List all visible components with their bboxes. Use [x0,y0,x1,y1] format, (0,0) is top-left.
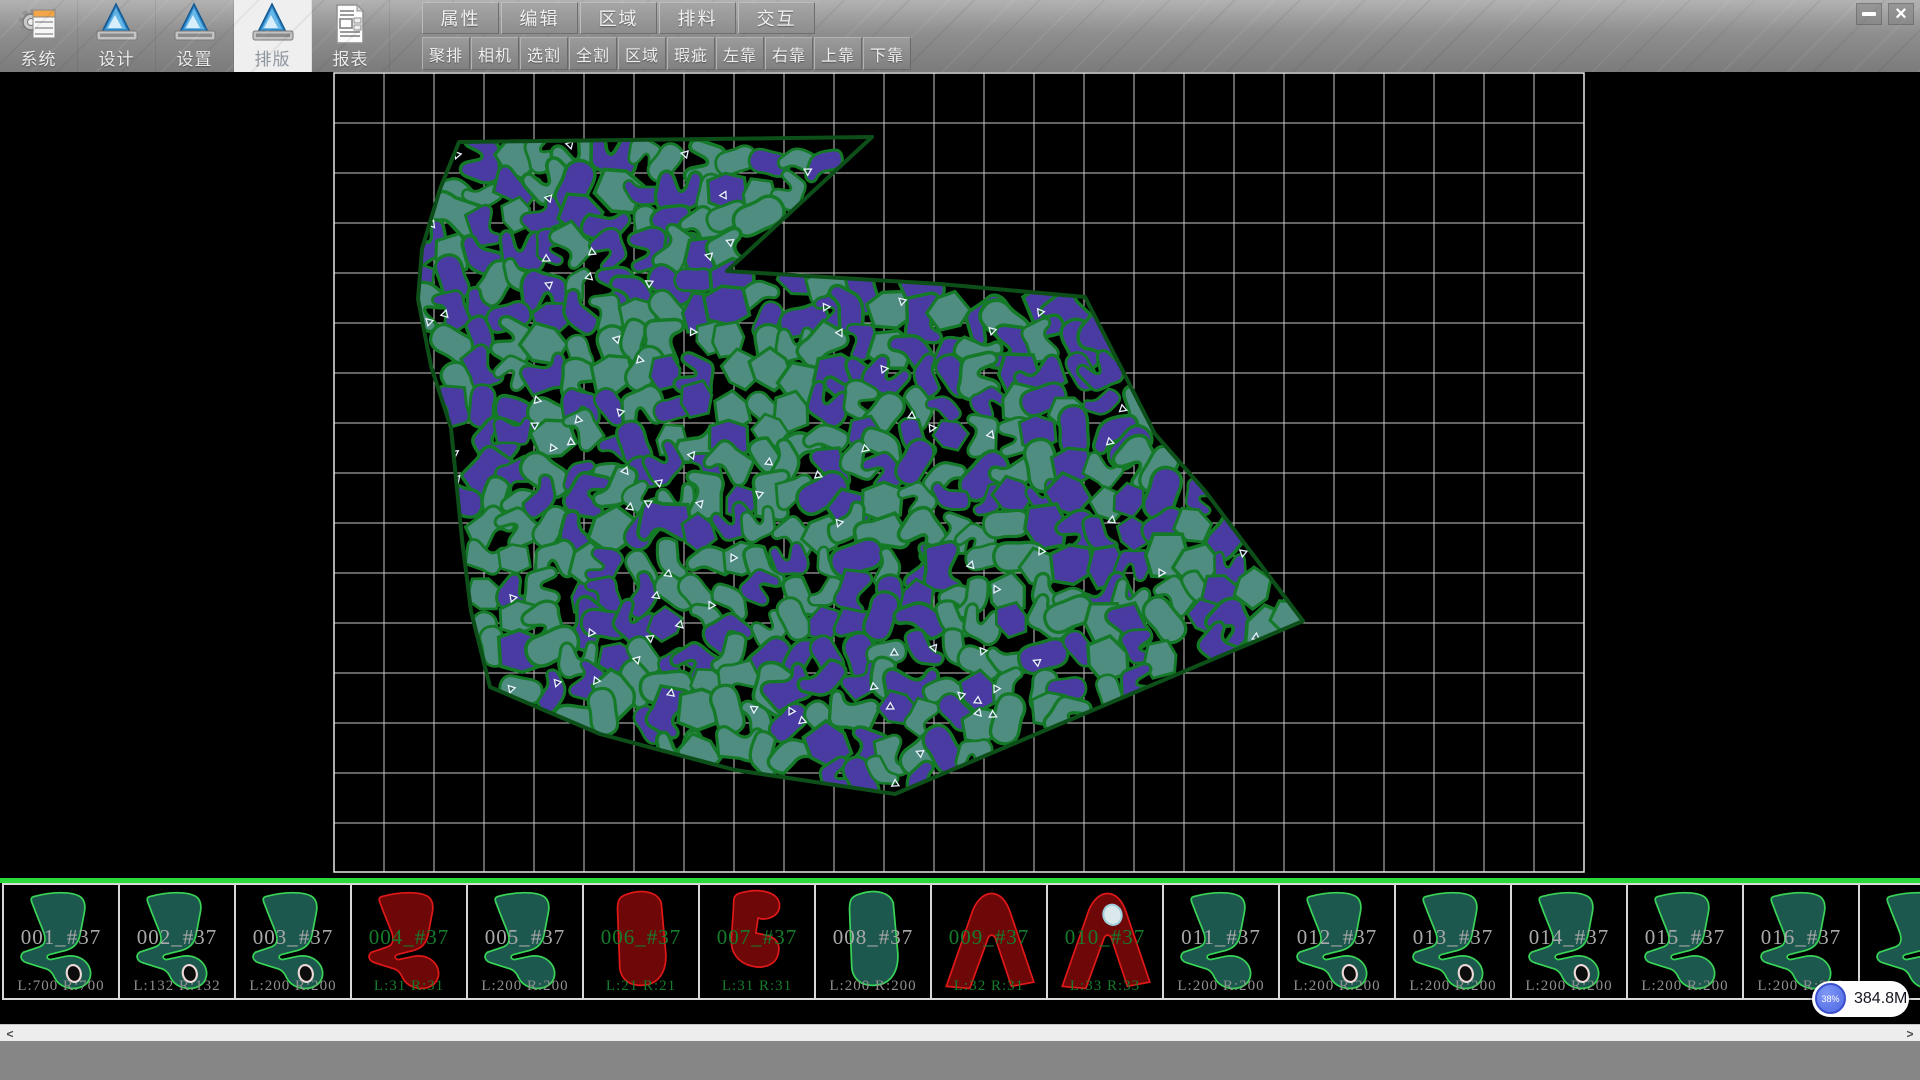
part-lr-count: L:200 R:200 [1396,978,1510,995]
part-label: 013_#37 [1396,925,1510,950]
memory-size: 384.8M [1854,990,1907,1008]
part-lr-count: L:200 R:200 [1280,978,1394,995]
part-label: 011_#37 [1164,925,1278,950]
part-thumbnail[interactable]: 007_#37 L:31 R:31 [698,883,816,1000]
tool-bar: 聚排相机选割全割区域瑕疵左靠右靠上靠下靠 [422,37,912,70]
part-thumbnail[interactable]: 009_#37 L:32 R:31 [930,883,1048,1000]
part-label: 008_#37 [816,925,930,950]
part-thumbnail[interactable]: 010_#37 L:33 R:33 [1046,883,1164,1000]
memory-percent: 38% [1815,983,1846,1014]
part-thumbnail[interactable]: 008_#37 L:200 R:200 [814,883,932,1000]
strip-scrollbar[interactable]: < > [0,1024,1920,1041]
report-icon [327,2,375,46]
menu-properties[interactable]: 属性 [422,2,499,34]
nesting-canvas[interactable] [0,72,1920,878]
minimize-icon [1862,12,1876,16]
part-lr-count: L:21 R:21 [584,978,698,995]
part-lr-count: L:700 R:700 [4,978,118,995]
part-label: 005_#37 [468,925,582,950]
gear-icon [15,2,63,46]
menu-bar: 属性编辑区域排料交互 [422,2,817,35]
part-thumbnail[interactable]: 015_#37 L:200 R:200 [1626,883,1744,1000]
mode-button-label: 排版 [234,45,311,70]
tool-defect[interactable]: 瑕疵 [667,37,715,70]
mode-button-label: 系统 [0,45,77,70]
parts-thumbnail-strip: 001_#37L:700 R:700002_#37L:132 R:132003_… [0,883,1920,1002]
menu-interact[interactable]: 交互 [738,2,815,34]
part-lr-count: L:33 R:33 [1048,978,1162,995]
part-lr-count: L:200 R:200 [1164,978,1278,995]
tool-cluster-nest[interactable]: 聚排 [422,37,470,70]
tool-snap-right[interactable]: 右靠 [765,37,813,70]
mode-button-nesting[interactable]: 排版 [234,0,312,72]
menu-nest[interactable]: 排料 [659,2,736,34]
mode-button-system[interactable]: 系统 [0,0,78,72]
part-thumbnail[interactable]: 003_#37 L:200 R:200 [234,883,352,1000]
mode-button-report[interactable]: 报表 [312,0,390,72]
part-label: 003_#37 [236,925,350,950]
part-thumbnail[interactable]: 014_#37 L:200 R:200 [1510,883,1628,1000]
set-square-icon [93,2,141,46]
part-thumbnail[interactable]: 002_#37 L:132 R:132 [118,883,236,1000]
part-thumbnail[interactable]: 011_#37 L:200 R:200 [1162,883,1280,1000]
part-thumbnail[interactable]: 013_#37 L:200 R:200 [1394,883,1512,1000]
tool-cut-all[interactable]: 全割 [569,37,617,70]
nesting-drawing [0,72,1920,878]
mode-button-settings[interactable]: 设置 [156,0,234,72]
part-label: 014_#37 [1512,925,1626,950]
mode-button-label: 设置 [156,45,233,70]
part-lr-count: L:200 R:200 [468,978,582,995]
scroll-left-button[interactable]: < [0,1025,20,1042]
part-label: 007_#37 [700,925,814,950]
part-thumbnail[interactable]: 012_#37 L:200 R:200 [1278,883,1396,1000]
tool-camera[interactable]: 相机 [471,37,519,70]
memory-badge[interactable]: 38% 384.8M [1812,981,1909,1017]
part-lr-count: L:132 R:132 [120,978,234,995]
part-lr-count: L:200 R:200 [1628,978,1742,995]
tool-snap-bottom[interactable]: 下靠 [863,37,911,70]
part-label: 004_#37 [352,925,466,950]
part-label: 006_#37 [584,925,698,950]
part-lr-count: L:200 R:200 [816,978,930,995]
mode-button-label: 设计 [78,45,155,70]
part-lr-count: L:200 R:200 [236,978,350,995]
part-label: 016_#37 [1744,925,1858,950]
set-square-icon [171,2,219,46]
mode-button-label: 报表 [312,45,389,70]
part-lr-count: L:32 R:31 [932,978,1046,995]
set-square-icon [249,2,297,46]
tool-select-cut[interactable]: 选割 [520,37,568,70]
part-label: 001_#37 [4,925,118,950]
part-lr-count: L:31 R:31 [700,978,814,995]
part-thumbnail[interactable]: 005_#37 L:200 R:200 [466,883,584,1000]
close-button[interactable]: × [1888,3,1914,25]
tool-snap-top[interactable]: 上靠 [814,37,862,70]
part-label: 012_#37 [1280,925,1394,950]
part-lr-count: L:31 R:31 [352,978,466,995]
main-toolbar: 系统设计设置排版报表 属性编辑区域排料交互 聚排相机选割全割区域瑕疵左靠右靠上靠… [0,0,1920,72]
part-thumbnail[interactable]: 004_#37 L:31 R:31 [350,883,468,1000]
scroll-right-button[interactable]: > [1900,1025,1920,1042]
mode-button-design[interactable]: 设计 [78,0,156,72]
menu-edit[interactable]: 编辑 [501,2,578,34]
part-lr-count: L:200 R:200 [1512,978,1626,995]
part-thumbnail[interactable]: 001_#37 L:700 R:700 [2,883,120,1000]
minimize-button[interactable] [1856,3,1882,25]
mode-button-group: 系统设计设置排版报表 [0,0,390,72]
part-label: 009_#37 [932,925,1046,950]
tool-snap-left[interactable]: 左靠 [716,37,764,70]
part-label: 015_#37 [1628,925,1742,950]
window-controls: × [1856,3,1914,25]
status-bar [0,1041,1920,1080]
part-label: 002_#37 [120,925,234,950]
part-label: 010_#37 [1048,925,1162,950]
menu-region[interactable]: 区域 [580,2,657,34]
strip-gap [0,1002,1920,1024]
part-thumbnail[interactable]: 006_#37 L:21 R:21 [582,883,700,1000]
tool-region[interactable]: 区域 [618,37,666,70]
